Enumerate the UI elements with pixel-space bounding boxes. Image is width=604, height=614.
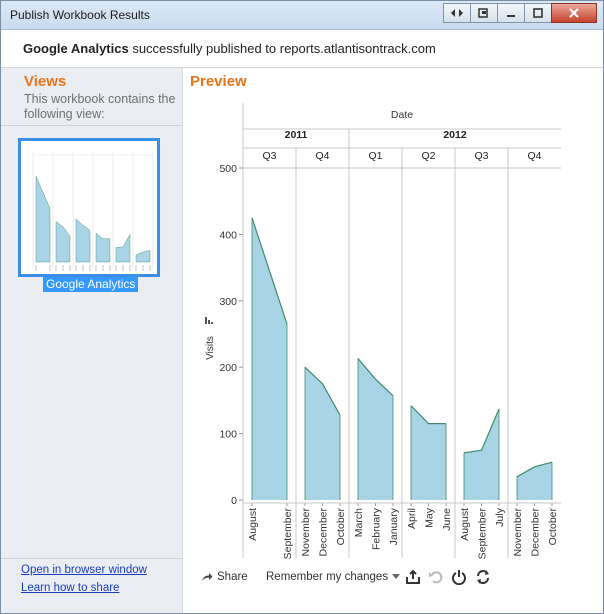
x-tick-label: August bbox=[247, 508, 259, 541]
y-tick-label: 200 bbox=[219, 362, 237, 374]
swap-icon-button[interactable] bbox=[443, 3, 471, 23]
x-tick-label: November bbox=[300, 507, 312, 556]
learn-how-to-share-link[interactable]: Learn how to share bbox=[21, 582, 119, 594]
x-tick-label: August bbox=[459, 508, 471, 541]
title-bar: Publish Workbook Results bbox=[1, 1, 603, 30]
maximize-button[interactable] bbox=[524, 3, 552, 23]
divider bbox=[1, 558, 182, 559]
thumb-area bbox=[135, 250, 151, 263]
window-controls bbox=[443, 3, 597, 23]
y-axis-label: Visits bbox=[205, 336, 216, 360]
x-tick-label: January bbox=[388, 507, 400, 545]
minimize-icon bbox=[507, 15, 515, 17]
view-name-label[interactable]: Google Analytics bbox=[43, 277, 139, 292]
refresh-icon bbox=[477, 570, 489, 584]
share-label: Share bbox=[217, 571, 248, 583]
open-in-browser-link[interactable]: Open in browser window bbox=[21, 564, 147, 576]
views-description: This workbook contains the following vie… bbox=[24, 92, 176, 121]
view-thumbnail[interactable] bbox=[18, 138, 160, 277]
y-tick-label: 400 bbox=[219, 229, 237, 241]
export-icon bbox=[406, 569, 420, 584]
x-tick-label: July bbox=[494, 507, 506, 526]
column-header-date: Date bbox=[391, 109, 413, 121]
area-2011-Q4 bbox=[305, 367, 340, 500]
quarter-header: Q3 bbox=[262, 150, 276, 162]
thumbnail-chart bbox=[32, 151, 154, 271]
thumb-area bbox=[55, 221, 71, 263]
thumb-area bbox=[115, 233, 131, 263]
close-button[interactable] bbox=[551, 3, 597, 23]
x-tick-label: September bbox=[282, 508, 294, 560]
y-tick-label: 0 bbox=[231, 495, 237, 507]
x-tick-label: November bbox=[512, 507, 524, 556]
year-header: 2012 bbox=[443, 129, 467, 141]
icon-bar bbox=[208, 320, 210, 324]
views-sidebar: Views This workbook contains the followi… bbox=[1, 68, 183, 613]
minimize-button[interactable] bbox=[497, 3, 525, 23]
restore-icon-button[interactable] bbox=[470, 3, 498, 23]
quarter-header: Q3 bbox=[474, 150, 488, 162]
y-tick-label: 100 bbox=[219, 429, 237, 441]
area-2012-Q2 bbox=[411, 405, 446, 500]
x-tick-label: December bbox=[318, 507, 330, 556]
icon-bar bbox=[211, 322, 213, 324]
views-heading: Views bbox=[24, 73, 67, 90]
thumb-area bbox=[35, 176, 51, 263]
x-tick-label: March bbox=[353, 508, 365, 537]
revert-button[interactable] bbox=[450, 568, 468, 586]
divider bbox=[1, 125, 182, 126]
window-title: Publish Workbook Results bbox=[10, 8, 150, 22]
chevron-down-icon bbox=[392, 574, 401, 579]
status-banner: Google Analytics successfully published … bbox=[1, 30, 603, 68]
icon-bar bbox=[205, 317, 207, 324]
undo-button[interactable] bbox=[427, 568, 445, 586]
status-text: successfully published to reports.atlant… bbox=[128, 41, 436, 56]
undo-icon bbox=[429, 571, 443, 584]
x-tick-label: September bbox=[477, 508, 489, 560]
share-arrow-icon bbox=[202, 573, 213, 581]
remember-changes-label: Remember my changes bbox=[266, 571, 389, 583]
quarter-header: Q1 bbox=[368, 150, 382, 162]
close-icon bbox=[569, 8, 579, 18]
y-tick-label: 500 bbox=[219, 163, 237, 175]
swap-icon bbox=[451, 9, 463, 17]
preview-panel: Preview Date 2011 Q3 Q4 2012 Q1 Q2 Q3 Q4 0 100 200 3… bbox=[183, 68, 603, 613]
x-tick-label: October bbox=[547, 508, 559, 546]
year-header: 2011 bbox=[285, 129, 308, 141]
x-tick-label: June bbox=[441, 508, 453, 531]
share-button[interactable]: Share bbox=[201, 571, 248, 583]
quarter-header: Q4 bbox=[527, 150, 541, 162]
x-tick-label: April bbox=[406, 508, 418, 529]
x-tick-label: October bbox=[335, 508, 347, 546]
restore-icon bbox=[478, 8, 488, 18]
viz-toolbar: Share Remember my changes bbox=[183, 565, 603, 591]
download-button[interactable] bbox=[404, 568, 422, 586]
publish-results-window: Publish Workbook Results Google Analytic… bbox=[0, 0, 604, 614]
x-tick-label: May bbox=[424, 507, 436, 528]
power-icon bbox=[452, 570, 466, 585]
maximize-icon bbox=[533, 8, 543, 18]
remember-changes-dropdown[interactable]: Remember my changes bbox=[266, 571, 401, 583]
status-message: Google Analytics successfully published … bbox=[23, 41, 436, 56]
workbook-name: Google Analytics bbox=[23, 41, 129, 56]
quarter-header: Q2 bbox=[421, 150, 435, 162]
thumb-area bbox=[75, 218, 91, 263]
area-2011-Q3 bbox=[252, 217, 287, 501]
visits-area-chart: Date 2011 Q3 Q4 2012 Q1 Q2 Q3 Q4 0 100 200 300 400 500… bbox=[205, 103, 561, 560]
refresh-button[interactable] bbox=[474, 568, 492, 586]
thumb-area bbox=[95, 232, 111, 263]
x-tick-label: December bbox=[530, 507, 542, 556]
field-indicator-icon bbox=[205, 317, 213, 324]
area-2012-Q4 bbox=[517, 462, 552, 500]
y-tick-label: 300 bbox=[219, 296, 237, 308]
x-tick-label: February bbox=[371, 507, 383, 550]
quarter-header: Q4 bbox=[315, 150, 329, 162]
